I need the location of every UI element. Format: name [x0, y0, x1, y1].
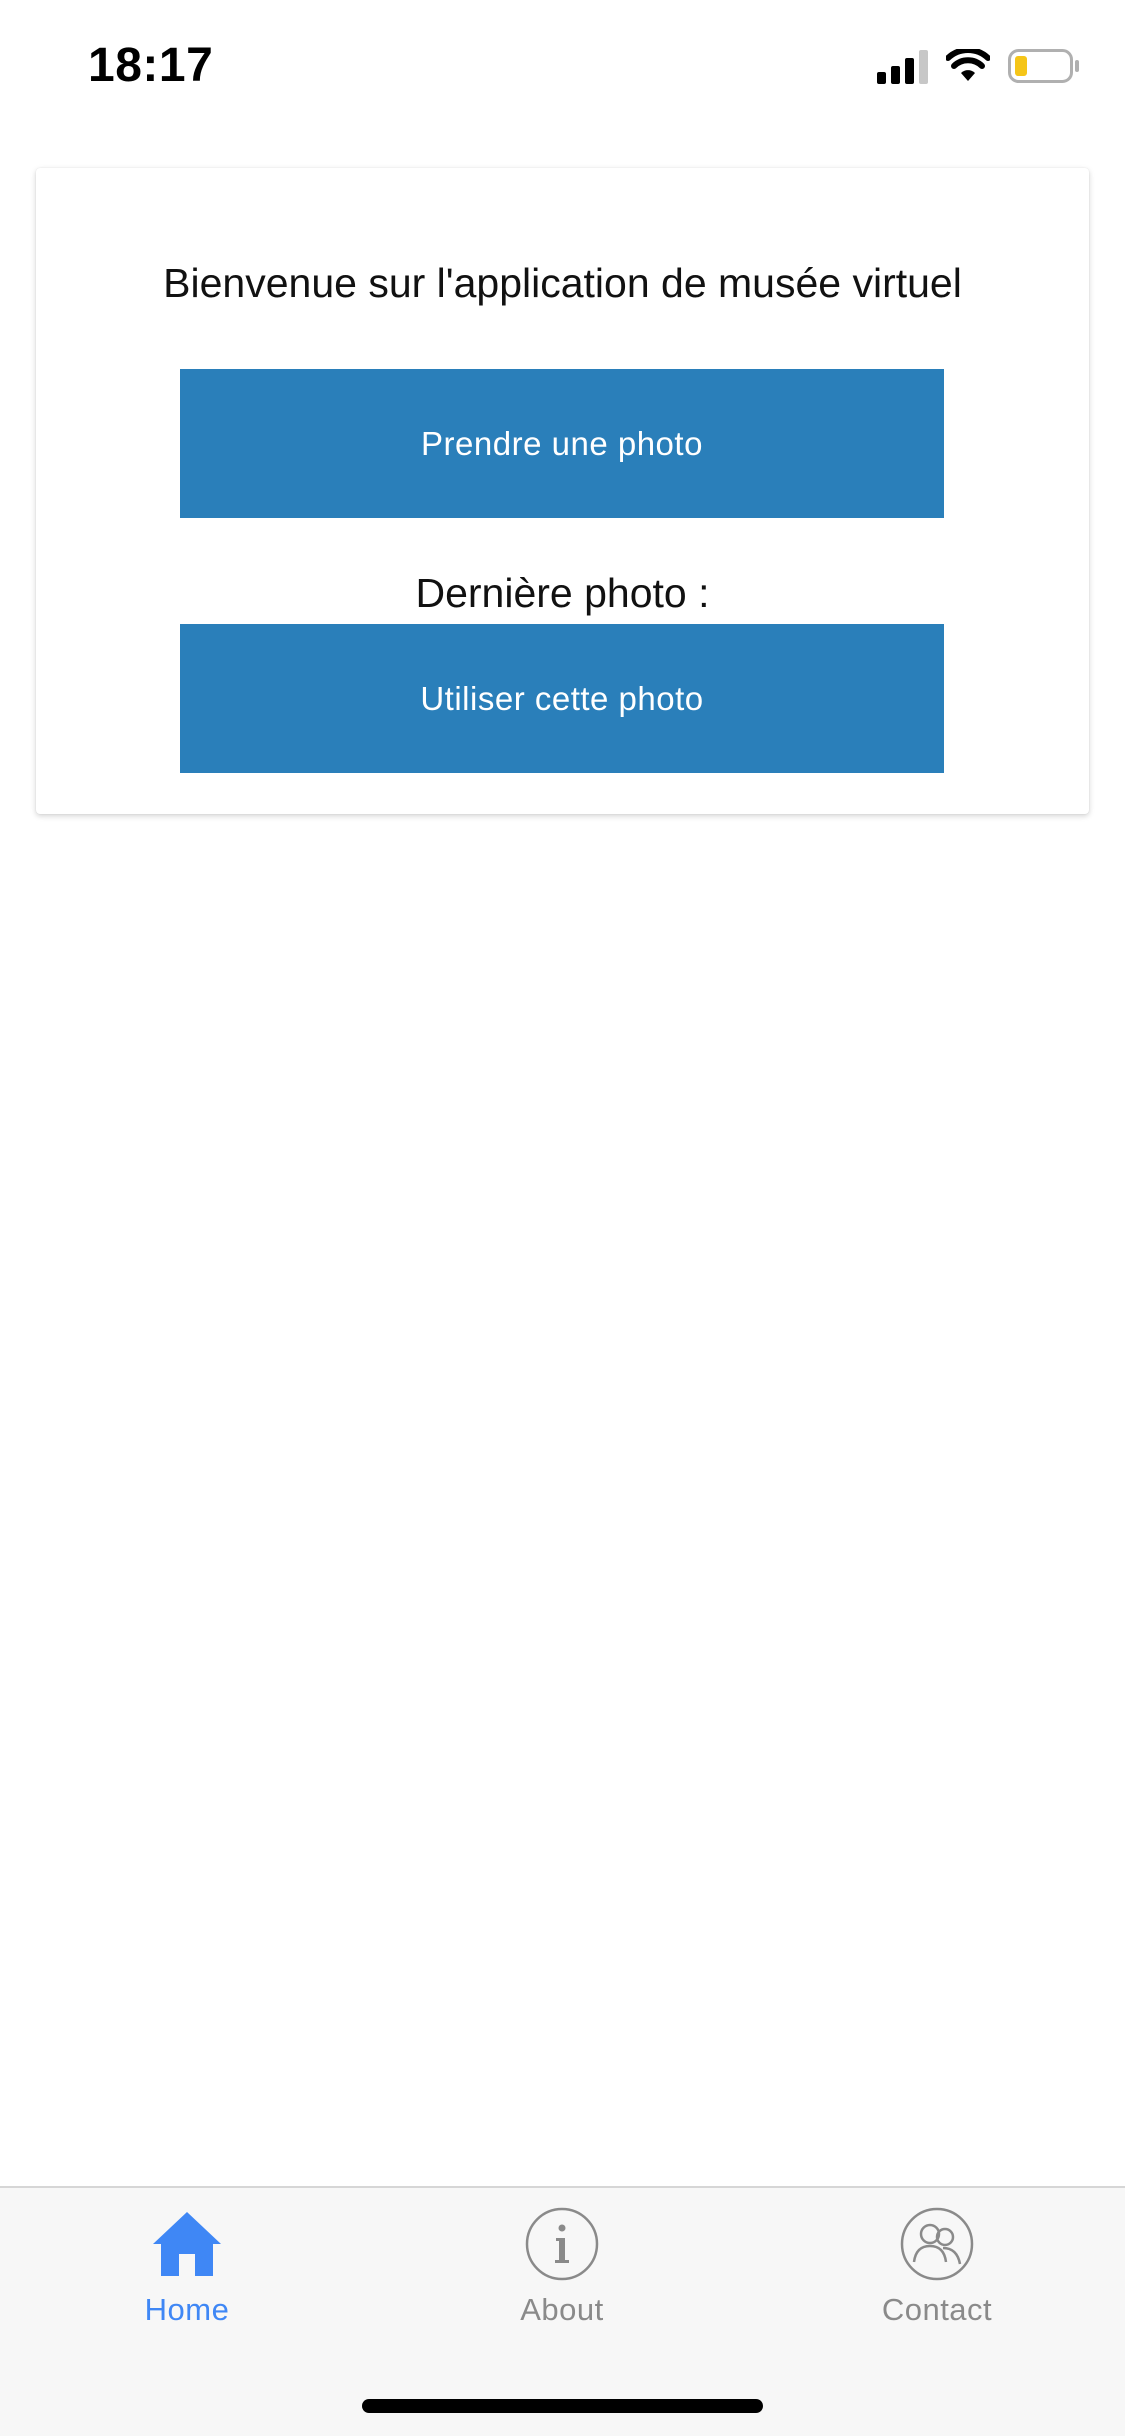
tab-bar: Home About Contact: [0, 2186, 1125, 2436]
home-indicator: [362, 2399, 763, 2413]
welcome-title: Bienvenue sur l'application de musée vir…: [163, 260, 962, 306]
home-icon: [153, 2212, 221, 2276]
info-icon: [525, 2207, 599, 2281]
status-time: 18:17: [88, 39, 214, 92]
last-photo-label: Dernière photo :: [415, 570, 710, 616]
tab-contact-label: Contact: [881, 2292, 993, 2327]
contacts-icon: [900, 2207, 974, 2281]
wifi-icon: [946, 49, 990, 81]
tab-contact[interactable]: Contact: [812, 2206, 1062, 2328]
use-photo-button[interactable]: Utiliser cette photo: [180, 624, 944, 773]
tab-home-label: Home: [144, 2292, 230, 2327]
tab-about-label: About: [520, 2292, 604, 2327]
status-icons: [877, 48, 1080, 84]
tab-about[interactable]: About: [437, 2206, 687, 2328]
cellular-signal-icon: [877, 48, 928, 84]
take-photo-button[interactable]: Prendre une photo: [180, 369, 944, 518]
status-bar: 18:17: [0, 0, 1125, 130]
tab-home[interactable]: Home: [62, 2206, 312, 2328]
welcome-card: Bienvenue sur l'application de musée vir…: [36, 168, 1089, 814]
battery-icon: [1008, 49, 1079, 83]
